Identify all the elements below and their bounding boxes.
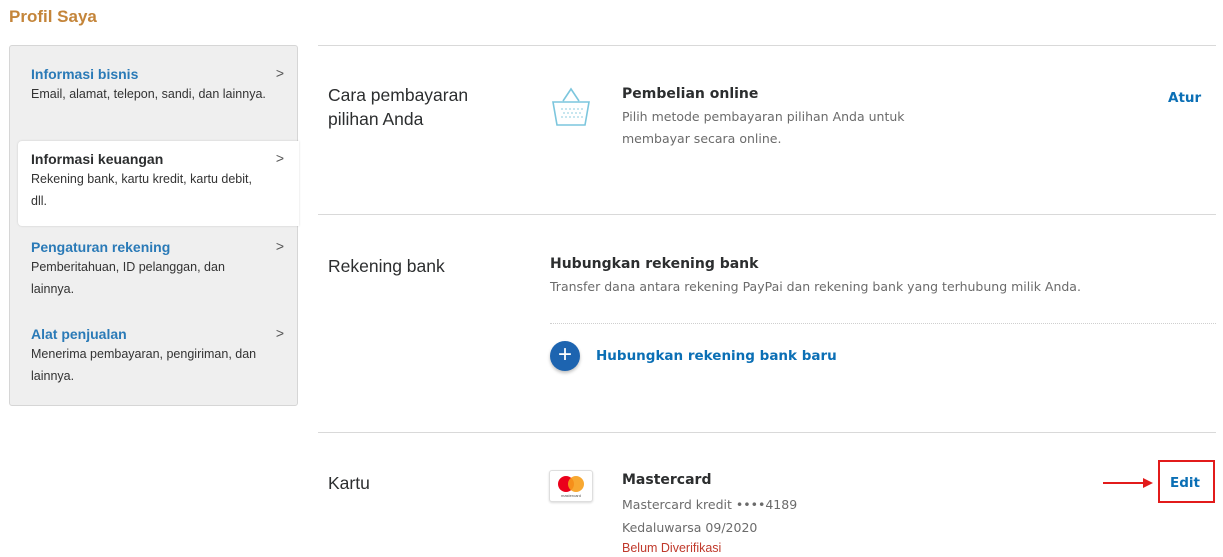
edit-card-button[interactable]: Edit — [1170, 475, 1200, 491]
mastercard-brand-text: mastercard — [560, 493, 581, 498]
shopping-basket-icon — [552, 87, 590, 126]
divider — [550, 323, 1216, 324]
divider — [318, 45, 1216, 46]
sidebar-item-label: Alat penjualan — [31, 326, 127, 342]
sidebar-item-desc: Menerima pembayaran, pengiriman, dan lai… — [31, 347, 257, 383]
sidebar: Informasi bisnis Email, alamat, telepon,… — [9, 45, 299, 406]
mastercard-logo-icon: mastercard — [549, 470, 593, 502]
chevron-right-icon: > — [275, 238, 284, 254]
arrow-right-icon — [1103, 478, 1153, 488]
divider — [318, 432, 1216, 433]
add-bank-account-link[interactable]: Hubungkan rekening bank baru — [596, 348, 837, 364]
card-title: Mastercard — [622, 472, 712, 488]
chevron-right-icon: > — [275, 65, 284, 81]
sidebar-item-desc: Email, alamat, telepon, sandi, dan lainn… — [31, 87, 266, 101]
card-number: Mastercard kredit ••••4189 — [622, 497, 798, 512]
section-label-cards: Kartu — [328, 473, 370, 493]
section-label-payment-preference: Cara pembayaran pilihan Anda — [328, 85, 469, 129]
chevron-right-icon: > — [275, 150, 284, 166]
plus-circle-icon[interactable]: + — [550, 341, 580, 371]
bank-title: Hubungkan rekening bank — [550, 256, 759, 272]
sidebar-item-selling-tools[interactable]: Alat penjualan Menerima pembayaran, peng… — [10, 325, 299, 387]
mastercard-orange-circle — [568, 476, 584, 492]
sidebar-item-label: Informasi keuangan — [31, 151, 164, 167]
sidebar-item-label: Informasi bisnis — [31, 66, 139, 82]
page-title: Profil Saya — [9, 7, 97, 26]
section-label-bank: Rekening bank — [328, 256, 445, 276]
sidebar-item-financial-info[interactable]: Informasi keuangan Rekening bank, kartu … — [18, 141, 299, 226]
set-payment-button[interactable]: Atur — [1168, 90, 1201, 106]
sidebar-item-label: Pengaturan rekening — [31, 239, 171, 255]
sidebar-item-account-settings[interactable]: Pengaturan rekening Pemberitahuan, ID pe… — [10, 238, 299, 300]
payment-pref-desc: Pilih metode pembayaran pilihan Anda unt… — [622, 109, 905, 146]
divider — [318, 214, 1216, 215]
sidebar-item-business-info[interactable]: Informasi bisnis Email, alamat, telepon,… — [10, 65, 299, 105]
bank-desc: Transfer dana antara rekening PayPai dan… — [550, 279, 1081, 294]
payment-pref-title: Pembelian online — [622, 86, 759, 102]
sidebar-item-desc: Pemberitahuan, ID pelanggan, dan lainnya… — [31, 260, 225, 296]
card-expiry: Kedaluwarsa 09/2020 — [622, 520, 758, 535]
chevron-right-icon: > — [275, 325, 284, 341]
sidebar-item-desc: Rekening bank, kartu kredit, kartu debit… — [31, 172, 252, 208]
card-status-badge: Belum Diverifikasi — [622, 541, 722, 555]
